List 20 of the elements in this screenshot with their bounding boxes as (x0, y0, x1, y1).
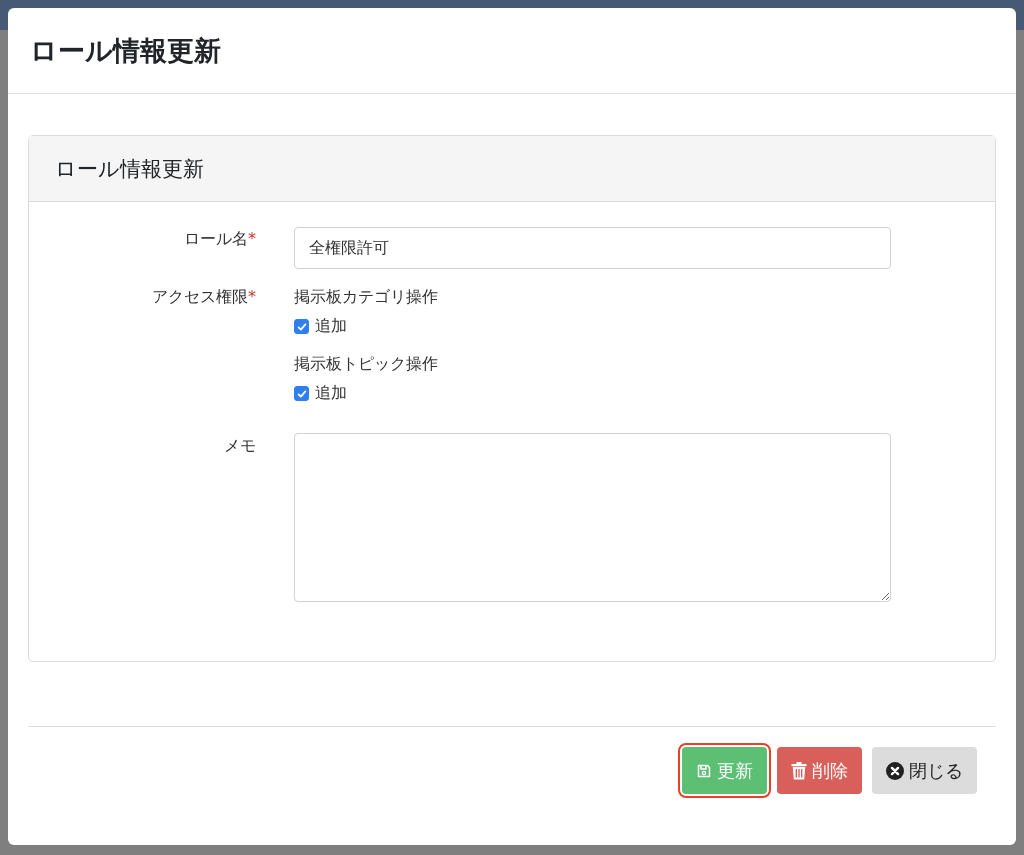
required-mark: * (248, 287, 256, 306)
floppy-disk-icon (696, 762, 712, 779)
checkbox-label: 追加 (315, 316, 347, 337)
trash-icon (791, 761, 807, 780)
checkbox-label: 追加 (315, 383, 347, 404)
checkbox[interactable] (294, 386, 309, 401)
field-label: ロール名 (184, 229, 248, 248)
permission-group-title: 掲示板カテゴリ操作 (294, 286, 439, 308)
close-button[interactable]: 閉じる (872, 747, 977, 794)
dialog-title: ロール情報更新 (30, 33, 221, 68)
role-name-field[interactable]: 全権限許可 (294, 227, 891, 269)
checkbox[interactable] (294, 319, 309, 334)
card-title: ロール情報更新 (55, 155, 204, 183)
delete-button[interactable]: 削除 (777, 747, 862, 794)
field-label: メモ (224, 436, 256, 455)
close-icon (886, 761, 904, 780)
permission-group-title: 掲示板トピック操作 (294, 353, 439, 375)
required-mark: * (248, 229, 256, 248)
memo-field[interactable] (294, 433, 891, 602)
field-label: アクセス権限 (152, 287, 248, 306)
